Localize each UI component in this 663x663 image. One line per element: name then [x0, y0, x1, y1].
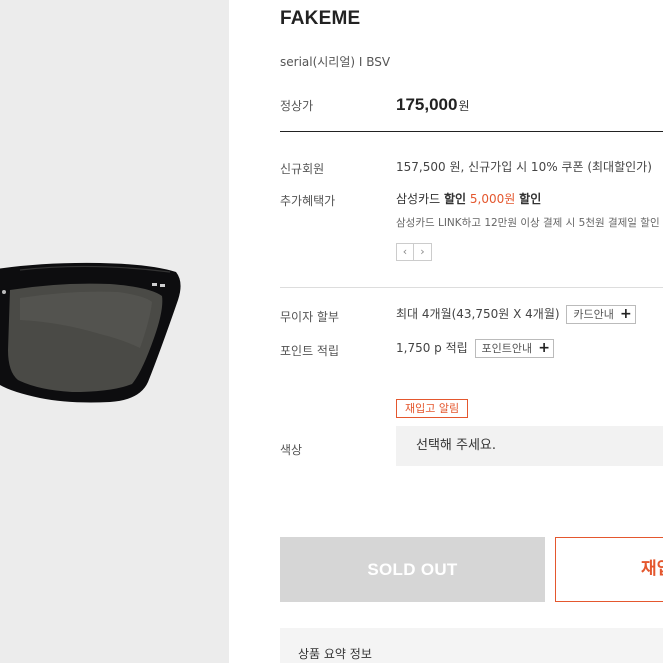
card-name: 삼성카드: [396, 192, 441, 206]
discount-word-2: 할인: [519, 192, 542, 206]
installment-value-row: 최대 4개월(43,750원 X 4개월) 카드안내 +: [396, 305, 636, 324]
summary-label: 상품 요약 정보: [298, 647, 372, 661]
price-unit: 원: [458, 99, 470, 113]
discount-amount: 5,000원: [469, 192, 516, 206]
sold-out-button[interactable]: SOLD OUT: [280, 537, 545, 602]
benefit-divider: [280, 287, 663, 288]
points-word: 적립: [445, 341, 468, 355]
product-info: FAKEME serial(시리얼) I BSV 정상가 175,000원 신규…: [280, 0, 663, 663]
new-member-value: 157,500 원, 신규가입 시 10% 쿠폰 (최대할인가): [396, 160, 652, 174]
card-info-button[interactable]: 카드안내: [566, 305, 621, 324]
benefit-pager: ‹ ›: [396, 243, 432, 261]
new-member-label: 신규회원: [280, 162, 325, 176]
points-value-row: 1,750 p 적립 포인트안내 +: [396, 339, 555, 358]
extra-benefit-value: 삼성카드 할인 5,000원 할인: [396, 190, 541, 207]
product-summary-section[interactable]: 상품 요약 정보: [280, 628, 663, 663]
color-select[interactable]: 선택해 주세요.: [396, 426, 663, 466]
extra-benefit-detail: 삼성카드 LINK하고 12만원 이상 결제 시 5천원 결제일 할인: [396, 217, 660, 229]
extra-benefit-label: 추가혜택가: [280, 194, 336, 208]
points-amount: 1,750 p: [396, 341, 442, 355]
color-label: 색상: [280, 443, 303, 457]
sunglasses-image: [0, 262, 181, 403]
product-image-panel: [0, 0, 229, 663]
installment-label: 무이자 할부: [280, 310, 340, 324]
points-info-plus-button[interactable]: +: [535, 339, 555, 358]
restock-button[interactable]: 재입: [555, 537, 663, 602]
product-price: 175,000원: [396, 95, 470, 115]
prev-arrow-icon[interactable]: ‹: [396, 243, 414, 261]
discount-word: 할인: [444, 192, 467, 206]
product-serial: serial(시리얼) I BSV: [280, 55, 391, 69]
restock-button-label: 재입: [641, 559, 663, 579]
price-amount: 175,000: [396, 95, 458, 114]
restock-alert-tag[interactable]: 재입고 알림: [396, 399, 469, 418]
price-divider: [280, 131, 663, 132]
next-arrow-icon[interactable]: ›: [414, 243, 432, 261]
installment-value: 최대 4개월(43,750원 X 4개월): [396, 307, 560, 321]
product-brand: FAKEME: [280, 8, 361, 29]
card-info-plus-button[interactable]: +: [616, 305, 636, 324]
points-label: 포인트 적립: [280, 344, 340, 358]
price-label: 정상가: [280, 99, 314, 113]
points-info-button[interactable]: 포인트안내: [474, 339, 540, 358]
